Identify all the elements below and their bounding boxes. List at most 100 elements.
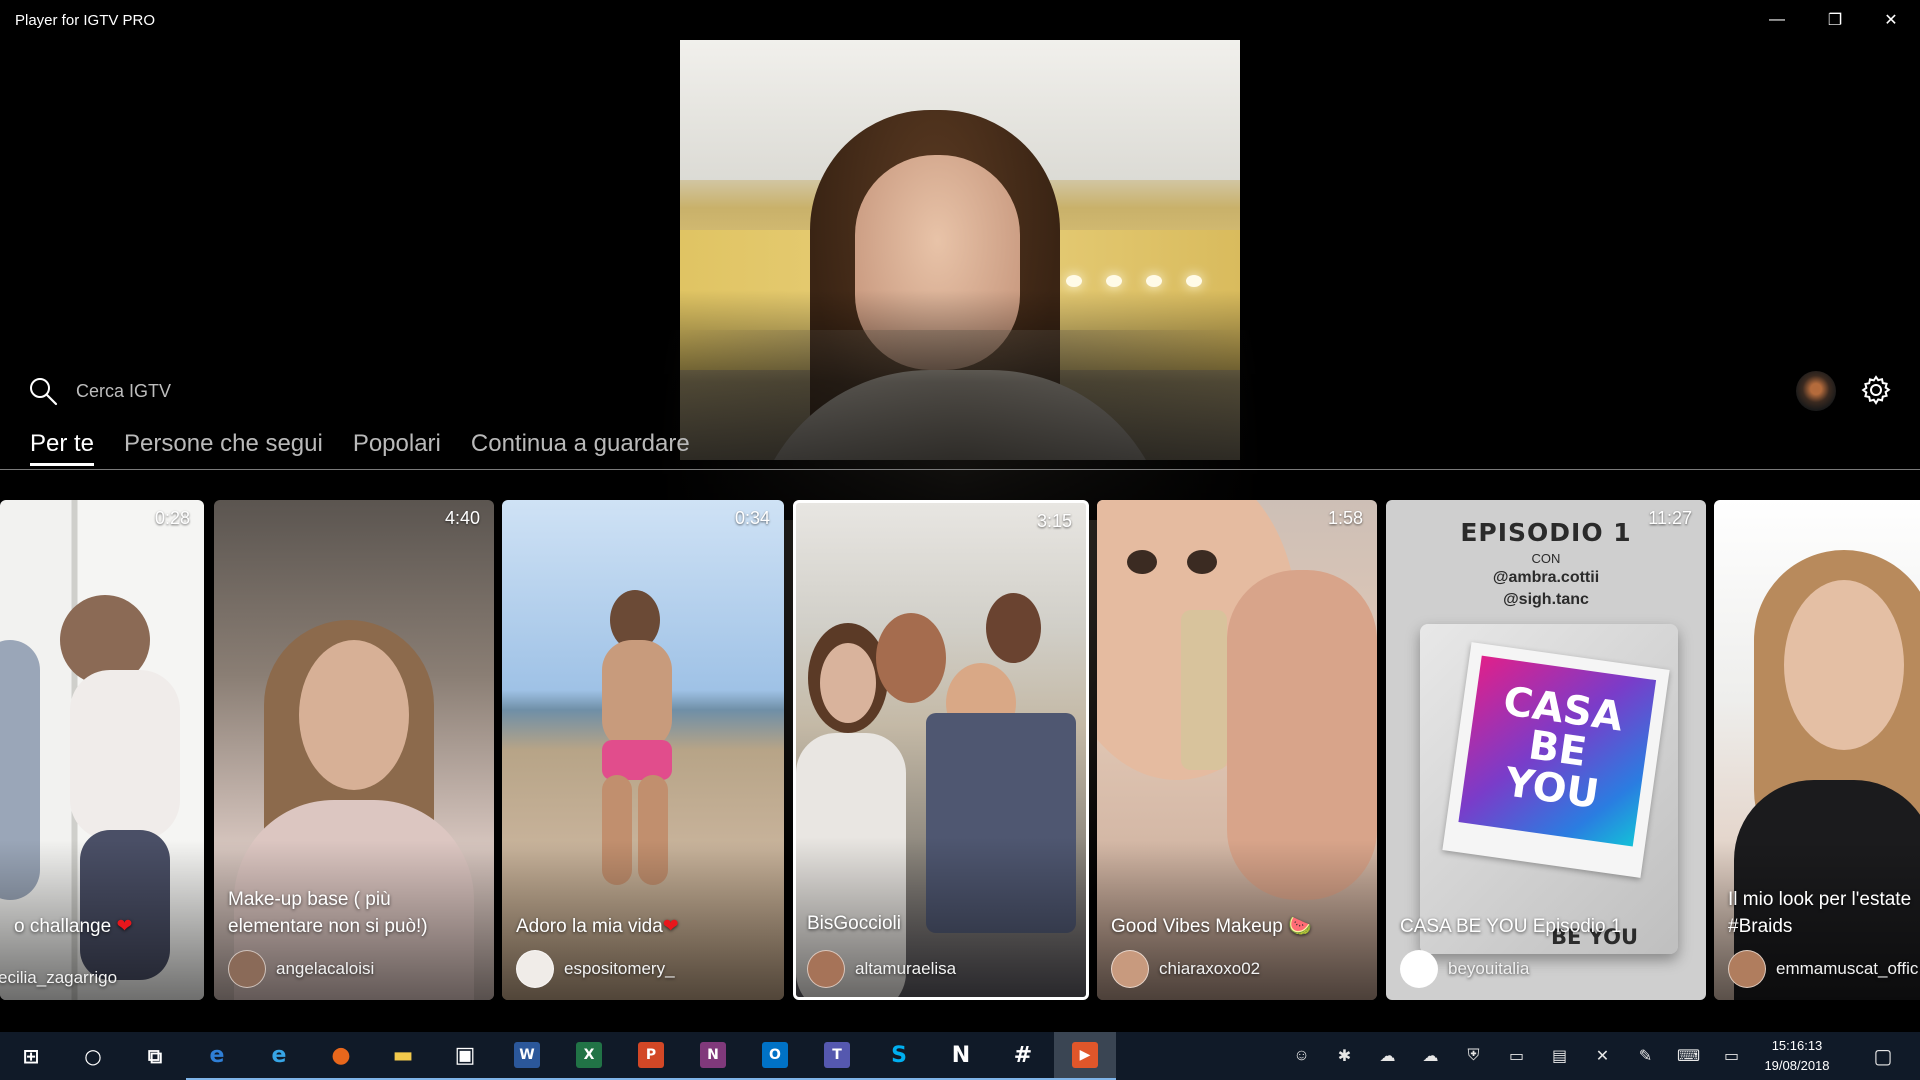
- store-icon: ▣: [454, 1042, 476, 1068]
- author-name: emmamuscat_offic: [1776, 959, 1919, 978]
- card-figure: [70, 670, 180, 840]
- hero-light: [1146, 275, 1162, 287]
- video-card[interactable]: 0:28 o challange ❤ ecilia_zagarrigo: [0, 500, 204, 1000]
- video-author: ecilia_zagarrigo: [0, 968, 117, 988]
- minimize-button[interactable]: —: [1748, 0, 1806, 40]
- tray-onedrive-blue-icon[interactable]: ☁: [1366, 1032, 1409, 1080]
- tray-volume-muted-icon[interactable]: ✕: [1581, 1032, 1624, 1080]
- author-name: chiaraxoxo02: [1159, 959, 1261, 978]
- taskbar-onenote-icon[interactable]: N: [682, 1032, 744, 1080]
- search-icon[interactable]: [28, 376, 58, 406]
- video-title: Make-up base ( più elementare non si può…: [228, 889, 428, 937]
- poster-con: CON: [1531, 551, 1561, 566]
- heart-icon: ❤: [662, 916, 679, 937]
- card-figure: [1784, 580, 1904, 750]
- taskbar-word-icon[interactable]: W: [496, 1032, 558, 1080]
- word-icon: W: [514, 1042, 540, 1068]
- poster-art: CASA BE YOU: [1458, 655, 1657, 847]
- author-name: espositomery_: [564, 959, 675, 978]
- taskbar-edge-icon[interactable]: e: [186, 1032, 248, 1080]
- user-avatar[interactable]: [1796, 371, 1836, 411]
- taskbar-task-view-icon[interactable]: ⧉: [124, 1032, 186, 1080]
- category-tabs: Per te Persone che segui Popolari Contin…: [30, 430, 720, 466]
- taskbar-powerpoint-icon[interactable]: P: [620, 1032, 682, 1080]
- taskbar-igtv-player-icon[interactable]: ▶: [1054, 1032, 1116, 1080]
- firefox-icon: ●: [331, 1042, 351, 1068]
- tab-popolari[interactable]: Popolari: [353, 430, 441, 466]
- tab-per-te[interactable]: Per te: [30, 430, 95, 466]
- window-title: Player for IGTV PRO: [15, 12, 156, 29]
- video-author: beyouitalia: [1400, 950, 1529, 988]
- video-card[interactable]: 1:58 Good Vibes Makeup 🍉 chiaraxoxo02: [1097, 500, 1377, 1000]
- n-app-icon: N: [951, 1042, 971, 1068]
- poster-art-text: CASA BE YOU: [1500, 678, 1626, 819]
- tray-keyboard-icon[interactable]: ⌨: [1667, 1032, 1710, 1080]
- taskbar-internet-explorer-icon[interactable]: e: [248, 1032, 310, 1080]
- video-card[interactable]: EPISODIO 1 CON @ambra.cottii @sigh.tanc …: [1386, 500, 1706, 1000]
- tray-security-icon[interactable]: ⛨: [1452, 1032, 1495, 1080]
- hero-light: [1066, 275, 1082, 287]
- taskbar-firefox-icon[interactable]: ●: [310, 1032, 372, 1080]
- heart-icon: ❤: [116, 916, 133, 937]
- slack-icon: #: [1013, 1042, 1033, 1068]
- tray-slack-tray-icon[interactable]: ✱: [1323, 1032, 1366, 1080]
- taskbar-store-icon[interactable]: ▣: [434, 1032, 496, 1080]
- taskbar-clock[interactable]: 15:16:13 19/08/2018: [1752, 1036, 1842, 1076]
- video-card-selected[interactable]: 3:15 BisGoccioli altamuraelisa: [793, 500, 1089, 1000]
- close-button[interactable]: ✕: [1862, 0, 1920, 40]
- taskbar-teams-icon[interactable]: T: [806, 1032, 868, 1080]
- tray-people-icon[interactable]: ☺: [1280, 1032, 1323, 1080]
- tray-onedrive-white-icon[interactable]: ☁: [1409, 1032, 1452, 1080]
- tab-persone-che-segui[interactable]: Persone che segui: [124, 430, 323, 466]
- author-name: beyouitalia: [1448, 959, 1530, 978]
- taskbar-skype-icon[interactable]: S: [868, 1032, 930, 1080]
- video-title: BisGoccioli: [807, 913, 901, 934]
- card-figure: [299, 640, 409, 790]
- search-bar: [28, 374, 378, 408]
- video-carousel: 0:28 o challange ❤ ecilia_zagarrigo 4:40…: [0, 500, 1920, 1000]
- video-card[interactable]: 4:40 Make-up base ( più elementare non s…: [214, 500, 494, 1000]
- card-figure: [602, 640, 672, 750]
- notifications-icon[interactable]: ▢: [1858, 1032, 1908, 1080]
- taskbar-slack-icon[interactable]: #: [992, 1032, 1054, 1080]
- skype-icon: S: [891, 1042, 907, 1068]
- tray-tablet-mode-icon[interactable]: ▭: [1710, 1032, 1753, 1080]
- video-duration: 1:58: [1327, 508, 1363, 528]
- tray-network-icon[interactable]: ▤: [1538, 1032, 1581, 1080]
- taskbar-outlook-icon[interactable]: O: [744, 1032, 806, 1080]
- tray-battery-icon[interactable]: ▭: [1495, 1032, 1538, 1080]
- author-avatar: [1728, 950, 1766, 988]
- tray-pen-icon[interactable]: ✎: [1624, 1032, 1667, 1080]
- task-view-icon: ⧉: [147, 1044, 163, 1068]
- maximize-button[interactable]: ❐: [1806, 0, 1864, 40]
- internet-explorer-icon: e: [271, 1042, 287, 1068]
- video-duration: 11:27: [1648, 508, 1692, 528]
- taskbar-n-app-icon[interactable]: N: [930, 1032, 992, 1080]
- taskbar-excel-icon[interactable]: X: [558, 1032, 620, 1080]
- search-input[interactable]: [74, 379, 378, 403]
- taskbar-cortana-icon[interactable]: ○: [62, 1032, 124, 1080]
- edge-icon: e: [209, 1042, 225, 1068]
- settings-gear-icon[interactable]: [1860, 374, 1892, 406]
- poster-guest: @sigh.tanc: [1503, 591, 1589, 608]
- video-card[interactable]: Il mio look per l'estate #Braids emmamus…: [1714, 500, 1920, 1000]
- author-avatar: [1400, 950, 1438, 988]
- video-duration: 4:40: [444, 508, 480, 528]
- video-title: Il mio look per l'estate #Braids: [1728, 889, 1912, 937]
- tab-continua-a-guardare[interactable]: Continua a guardare: [471, 430, 690, 466]
- app-window: Player for IGTV PRO — ❐ ✕ Per te: [0, 0, 1920, 1032]
- poster-polaroid: CASA BE YOU: [1442, 642, 1670, 878]
- card-figure: [1181, 610, 1227, 770]
- taskbar-start-icon[interactable]: ⊞: [0, 1032, 62, 1080]
- video-author: altamuraelisa: [807, 950, 956, 988]
- cortana-icon: ○: [84, 1044, 102, 1068]
- tabs-divider: [0, 469, 1920, 470]
- author-name: angelacaloisi: [276, 959, 375, 978]
- poster-header: EPISODIO 1 CON @ambra.cottii @sigh.tanc: [1386, 518, 1706, 610]
- taskbar-file-explorer-icon[interactable]: ▬: [372, 1032, 434, 1080]
- video-title: Good Vibes Makeup 🍉: [1111, 916, 1312, 937]
- video-author: angelacaloisi: [228, 950, 374, 988]
- excel-icon: X: [576, 1042, 602, 1068]
- card-figure: [876, 613, 946, 703]
- video-card[interactable]: 0:34 Adoro la mia vida❤ espositomery_: [502, 500, 784, 1000]
